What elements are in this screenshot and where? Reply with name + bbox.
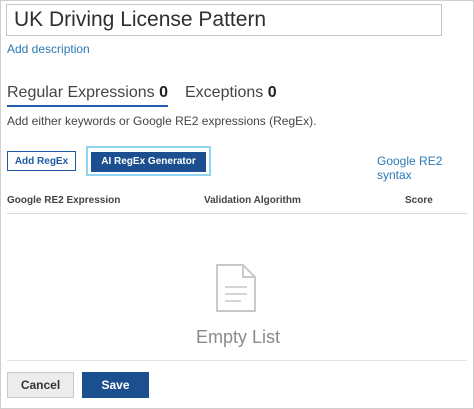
footer-divider bbox=[7, 360, 467, 361]
add-description-link[interactable]: Add description bbox=[7, 42, 90, 56]
ai-generator-highlight: AI RegEx Generator bbox=[86, 146, 211, 176]
empty-list-text: Empty List bbox=[195, 327, 281, 347]
pattern-name-input[interactable] bbox=[6, 4, 442, 36]
save-button[interactable]: Save bbox=[82, 372, 149, 398]
cancel-button[interactable]: Cancel bbox=[7, 372, 74, 398]
add-regex-button[interactable]: Add RegEx bbox=[7, 151, 76, 171]
ai-regex-generator-button[interactable]: AI RegEx Generator bbox=[91, 151, 206, 172]
tab-label: Exceptions bbox=[185, 84, 264, 101]
tab-count: 0 bbox=[159, 84, 168, 101]
pattern-editor-panel: Add description Regular Expressions 0 Ex… bbox=[0, 0, 474, 409]
column-header-validation-algorithm[interactable]: Validation Algorithm bbox=[204, 195, 301, 206]
column-header-score[interactable]: Score bbox=[405, 195, 433, 206]
regex-hint-text: Add either keywords or Google RE2 expres… bbox=[7, 114, 317, 128]
tab-regular-expressions[interactable]: Regular Expressions 0 bbox=[7, 83, 168, 107]
tab-count: 0 bbox=[267, 84, 277, 101]
tab-exceptions[interactable]: Exceptions 0 bbox=[185, 83, 277, 103]
column-header-expression[interactable]: Google RE2 Expression bbox=[7, 195, 120, 206]
google-re2-syntax-link[interactable]: Google RE2 syntax bbox=[377, 154, 473, 182]
document-icon bbox=[216, 264, 256, 312]
table-header-divider bbox=[7, 213, 467, 214]
tab-label: Regular Expressions bbox=[7, 84, 155, 101]
